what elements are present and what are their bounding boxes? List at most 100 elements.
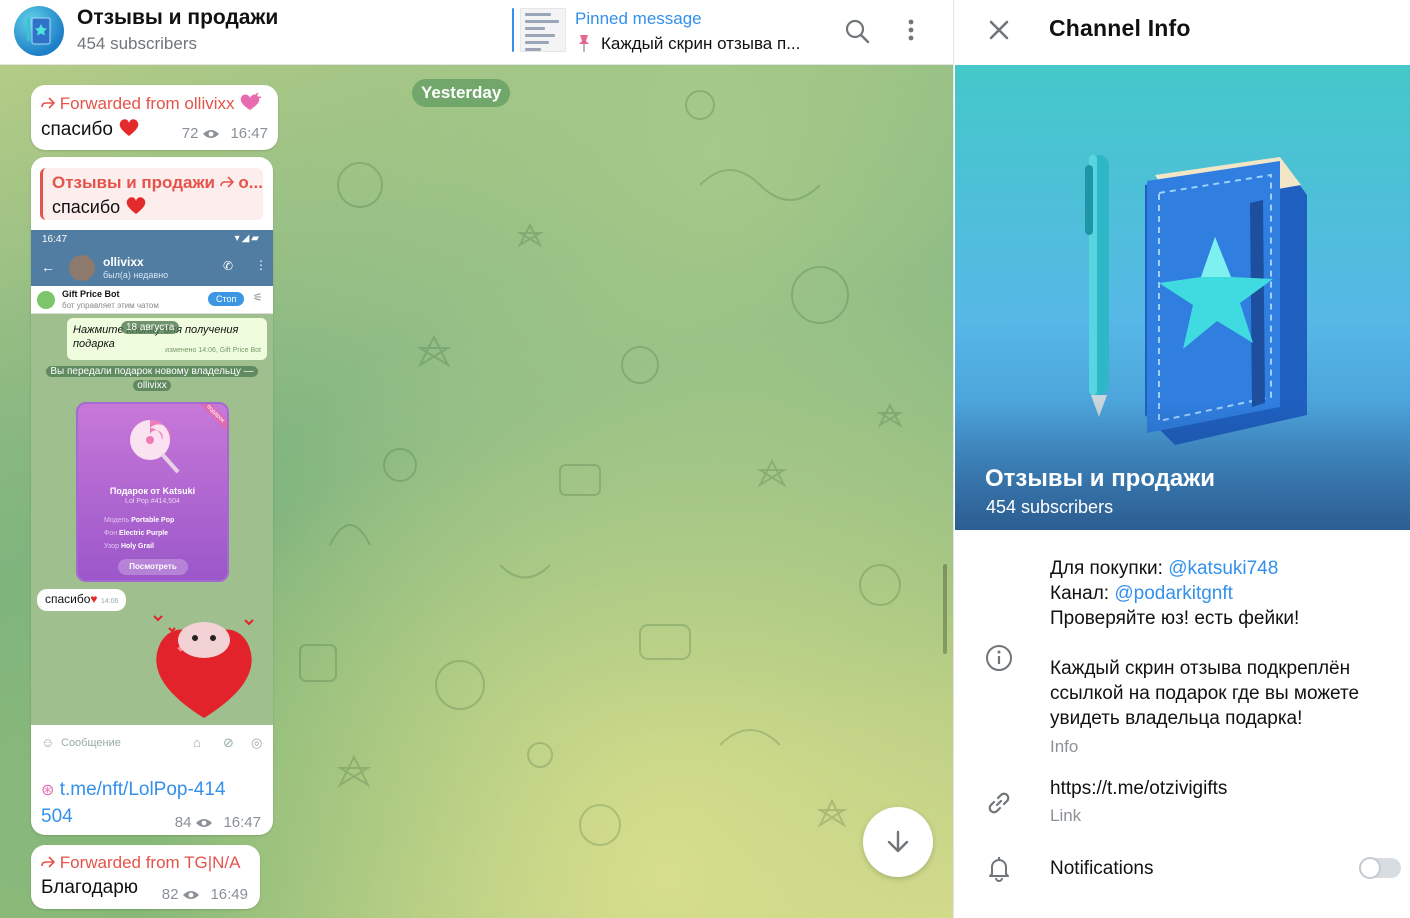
date-separator: Yesterday bbox=[412, 79, 511, 107]
bell-icon bbox=[989, 857, 1009, 882]
scroll-to-bottom-button[interactable] bbox=[863, 807, 933, 877]
shot-status-bar: 16:47 ▾◢▰ bbox=[31, 230, 273, 250]
shot-chat-header: ← ollivixx был(а) недавно ✆ ⋮ bbox=[31, 250, 273, 286]
shot-bot-avatar bbox=[37, 291, 55, 309]
chat-scrollbar[interactable] bbox=[943, 564, 947, 654]
lollipop-icon bbox=[130, 420, 180, 474]
forwarded-from-text: Forwarded from ollivixx bbox=[59, 94, 235, 113]
notifications-toggle[interactable] bbox=[1359, 857, 1401, 879]
message-meta: 84 16:47 bbox=[175, 814, 261, 831]
shot-camera-icon: ◎ bbox=[251, 735, 263, 750]
heart-icon bbox=[119, 119, 139, 136]
shot-gift-view-button: Посмотреть bbox=[118, 559, 188, 575]
link-icon bbox=[988, 792, 1010, 814]
sticker-heart-image bbox=[153, 615, 254, 718]
message-time: 16:49 bbox=[210, 886, 248, 903]
gift-row-value: Portable Pop bbox=[131, 517, 175, 524]
chat-area: Yesterday Forwarded from ollivixx спасиб… bbox=[0, 0, 953, 918]
pinned-text[interactable]: Каждый скрин отзыва п... bbox=[601, 34, 800, 54]
heart-emoji-icon bbox=[240, 92, 262, 110]
info-channel-handle-link[interactable]: @podarkitgnft bbox=[1114, 583, 1233, 604]
info-line-6: увидеть владельца подарка! bbox=[1050, 708, 1303, 729]
forward-icon bbox=[41, 856, 56, 868]
search-button[interactable] bbox=[838, 12, 876, 50]
info-icon bbox=[986, 645, 1012, 671]
message-time: 16:47 bbox=[223, 814, 261, 831]
info-line-warning: Проверяйте юз! есть фейки! bbox=[1050, 608, 1300, 629]
message-bubble[interactable]: Отзывы и продажи о... спасибо 16:47 ▾◢▰ … bbox=[31, 157, 273, 835]
pinned-thumbnail[interactable] bbox=[520, 8, 566, 52]
nft-link-line2: 504 bbox=[41, 806, 73, 827]
view-count: 72 bbox=[181, 125, 199, 142]
info-row[interactable]: Для покупки: @katsuki748 Канал: @podarki… bbox=[954, 555, 1410, 765]
channel-title[interactable]: Отзывы и продажи bbox=[77, 6, 278, 30]
shot-contact-status: был(а) недавно bbox=[103, 270, 169, 280]
shot-gift-rows: Модель Portable Pop Фон Electric Purple … bbox=[104, 514, 174, 553]
heart-icon: ♥ bbox=[90, 592, 98, 606]
cover-channel-name: Отзывы и продажи bbox=[985, 465, 1216, 492]
view-count: 82 bbox=[161, 886, 179, 903]
info-buy-label: Для покупки: bbox=[1050, 558, 1163, 579]
shot-gift-icon: ⌂ bbox=[193, 735, 201, 750]
gift-row-value: Holy Grail bbox=[120, 543, 155, 550]
message-time: 16:47 bbox=[230, 125, 268, 142]
panel-title: Channel Info bbox=[1049, 15, 1191, 41]
info-line-buy: Для покупки: @katsuki748 bbox=[1050, 556, 1359, 581]
forwarded-header[interactable]: Forwarded from ollivixx bbox=[41, 92, 262, 114]
shot-date-chip: 18 августа bbox=[121, 321, 180, 334]
shot-status-icons: ▾◢▰ bbox=[234, 233, 261, 244]
shot-menu-icon: ⋮ bbox=[255, 258, 267, 272]
shot-settings-icon: ⚟ bbox=[253, 292, 263, 304]
gift-row-key: Фон bbox=[104, 530, 118, 537]
message-text-value: спасибо bbox=[41, 119, 113, 140]
shot-service-message: Вы передали подарок новому владельцу — o… bbox=[39, 365, 265, 395]
close-button[interactable] bbox=[983, 14, 1015, 46]
eye-icon bbox=[196, 818, 213, 827]
notifications-row[interactable]: Notifications bbox=[954, 848, 1410, 892]
channel-cover[interactable]: Отзывы и продажи 454 subscribers bbox=[955, 65, 1410, 530]
shot-emoji-icon: ☺ bbox=[41, 735, 55, 750]
channel-subscribers: 454 subscribers bbox=[77, 34, 198, 53]
forwarded-header[interactable]: Forwarded from TG|N/A bbox=[41, 853, 241, 873]
info-buy-handle-link[interactable]: @katsuki748 bbox=[1168, 558, 1278, 579]
toggle-knob bbox=[1359, 857, 1381, 879]
view-count: 84 bbox=[174, 814, 192, 831]
message-text: Благодарю bbox=[41, 877, 139, 898]
reply-text: спасибо bbox=[52, 195, 147, 218]
gift-row-key: Узор bbox=[104, 543, 119, 550]
shot-bot-desc: бот управляет этим чатом bbox=[62, 301, 159, 310]
forward-icon bbox=[41, 97, 56, 109]
reply-quote[interactable]: Отзывы и продажи о... спасибо bbox=[40, 168, 263, 220]
link-value: https://t.me/otzivigifts bbox=[1050, 778, 1228, 799]
gift-row-value: Electric Purple bbox=[119, 530, 169, 537]
shot-back-icon: ← bbox=[41, 259, 55, 275]
screenshot-image[interactable]: 16:47 ▾◢▰ ← ollivixx был(а) недавно ✆ ⋮ … bbox=[31, 230, 273, 765]
shot-thanks-text: спасибо bbox=[45, 592, 91, 606]
info-description: Для покупки: @katsuki748 Канал: @podarki… bbox=[1050, 556, 1359, 731]
link-row[interactable]: https://t.me/otzivigifts Link bbox=[954, 772, 1410, 834]
more-vertical-icon bbox=[908, 19, 914, 41]
lollipop-small-icon: ⊛ bbox=[41, 782, 55, 799]
shot-attach-icon: ⊘ bbox=[223, 735, 234, 750]
close-icon bbox=[989, 20, 1009, 40]
shot-service-line1: Вы передали подарок новому владельцу — bbox=[46, 366, 258, 377]
more-menu-button[interactable] bbox=[894, 12, 928, 50]
pinned-indicator bbox=[512, 8, 514, 52]
shot-thanks-message: спасибо♥ 14:06 bbox=[37, 589, 127, 611]
reply-channel-name: Отзывы и продажи bbox=[52, 173, 215, 192]
search-icon bbox=[845, 19, 870, 44]
message-bubble[interactable]: Forwarded from ollivixx спасибо 72 16:47 bbox=[31, 85, 278, 150]
channel-avatar[interactable] bbox=[14, 6, 64, 56]
message-bubble[interactable]: Forwarded from TG|N/A Благодарю 82 16:49 bbox=[31, 845, 260, 909]
panel-header: Channel Info bbox=[954, 0, 1410, 65]
message-meta: 72 16:47 bbox=[182, 125, 268, 142]
shot-bot-name: Gift Price Bot bbox=[62, 289, 120, 299]
info-channel-label: Канал: bbox=[1050, 583, 1110, 604]
notebook-icon bbox=[27, 17, 51, 45]
pin-icon bbox=[579, 35, 589, 52]
pinned-label[interactable]: Pinned message bbox=[575, 9, 702, 29]
shot-bot-bar: Gift Price Bot бот управляет этим чатом … bbox=[31, 286, 273, 314]
channel-info-panel: Channel Info Отзывы и продажи 454 subscr… bbox=[953, 0, 1410, 918]
info-line-channel: Канал: @podarkitgnft bbox=[1050, 581, 1359, 606]
shot-contact-name: ollivixx bbox=[103, 255, 144, 269]
